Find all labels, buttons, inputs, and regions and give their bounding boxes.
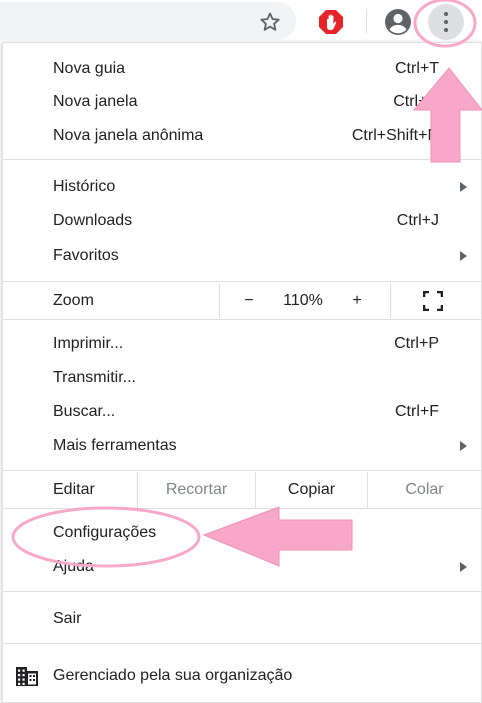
menu-item-shortcut: Ctrl+F: [395, 403, 439, 420]
menu-item-shortcut: Ctrl+N: [393, 93, 439, 110]
menu-divider: [3, 281, 481, 282]
menu-item-more-tools[interactable]: Mais ferramentas: [3, 429, 481, 463]
submenu-arrow-icon: [460, 182, 467, 192]
menu-item-find[interactable]: Buscar... Ctrl+F: [3, 395, 481, 429]
fullscreen-icon[interactable]: [423, 291, 443, 311]
menu-item-history[interactable]: Histórico: [3, 170, 481, 204]
menu-item-new-incognito-window[interactable]: Nova janela anônima Ctrl+Shift+N: [3, 119, 481, 153]
zoom-row: Zoom − 110% +: [3, 284, 481, 318]
zoom-separator: [219, 284, 220, 318]
zoom-level: 110%: [283, 292, 323, 309]
zoom-separator: [390, 284, 391, 318]
menu-divider: [3, 591, 481, 592]
cut-button[interactable]: Recortar: [138, 472, 255, 508]
menu-item-label: Ajuda: [53, 558, 94, 575]
managed-by-organization[interactable]: Gerenciado pela sua organização: [3, 659, 481, 693]
menu-divider: [3, 159, 481, 160]
managed-label: Gerenciado pela sua organização: [53, 667, 293, 684]
edit-row: Editar Recortar Copiar Colar: [3, 472, 481, 508]
paste-button[interactable]: Colar: [368, 472, 481, 508]
zoom-out-button[interactable]: −: [239, 284, 259, 318]
menu-divider: [3, 643, 481, 644]
menu-item-label: Nova janela: [53, 93, 138, 110]
menu-item-label: Mais ferramentas: [53, 437, 177, 454]
menu-item-label: Nova guia: [53, 60, 126, 77]
submenu-arrow-icon: [460, 251, 467, 261]
menu-item-cast[interactable]: Transmitir...: [3, 361, 481, 395]
menu-item-label: Favoritos: [53, 247, 119, 264]
menu-divider: [3, 470, 481, 471]
building-icon: [16, 667, 38, 686]
menu-item-label: Configurações: [53, 524, 157, 541]
zoom-in-button[interactable]: +: [347, 284, 367, 318]
star-icon[interactable]: [258, 10, 282, 34]
browser-toolbar: [0, 0, 482, 42]
menu-item-label: Nova janela anônima: [53, 127, 204, 144]
menu-item-help[interactable]: Ajuda: [3, 550, 481, 584]
menu-item-label: Imprimir...: [53, 335, 124, 352]
zoom-label: Zoom: [53, 292, 94, 309]
toolbar-separator: [366, 9, 367, 33]
menu-item-downloads[interactable]: Downloads Ctrl+J: [3, 204, 481, 238]
menu-item-shortcut: Ctrl+Shift+N: [351, 127, 439, 144]
adblock-hand-icon[interactable]: [318, 9, 344, 35]
more-vert-icon[interactable]: [428, 4, 464, 40]
menu-divider: [3, 319, 481, 320]
omnibox[interactable]: [0, 2, 296, 40]
menu-divider: [3, 508, 481, 509]
menu-item-shortcut: Ctrl+P: [394, 335, 439, 352]
menu-item-print[interactable]: Imprimir... Ctrl+P: [3, 327, 481, 361]
menu-item-exit[interactable]: Sair: [3, 602, 481, 636]
menu-item-shortcut: Ctrl+J: [396, 212, 439, 229]
menu-item-label: Buscar...: [53, 403, 116, 420]
submenu-arrow-icon: [460, 441, 467, 451]
menu-item-label: Transmitir...: [53, 369, 136, 386]
menu-item-bookmarks[interactable]: Favoritos: [3, 239, 481, 273]
menu-item-shortcut: Ctrl+T: [395, 60, 439, 77]
menu-item-new-tab[interactable]: Nova guia Ctrl+T: [3, 52, 481, 86]
menu-item-label: Downloads: [53, 212, 133, 229]
edit-label: Editar: [53, 481, 95, 498]
menu-item-settings[interactable]: Configurações: [3, 516, 481, 550]
menu-item-label: Histórico: [53, 178, 116, 195]
menu-item-label: Sair: [53, 610, 82, 627]
copy-button[interactable]: Copiar: [256, 472, 367, 508]
profile-icon[interactable]: [384, 8, 412, 36]
chrome-menu: Nova guia Ctrl+T Nova janela Ctrl+N Nova…: [2, 42, 482, 703]
submenu-arrow-icon: [460, 562, 467, 572]
menu-item-new-window[interactable]: Nova janela Ctrl+N: [3, 85, 481, 119]
